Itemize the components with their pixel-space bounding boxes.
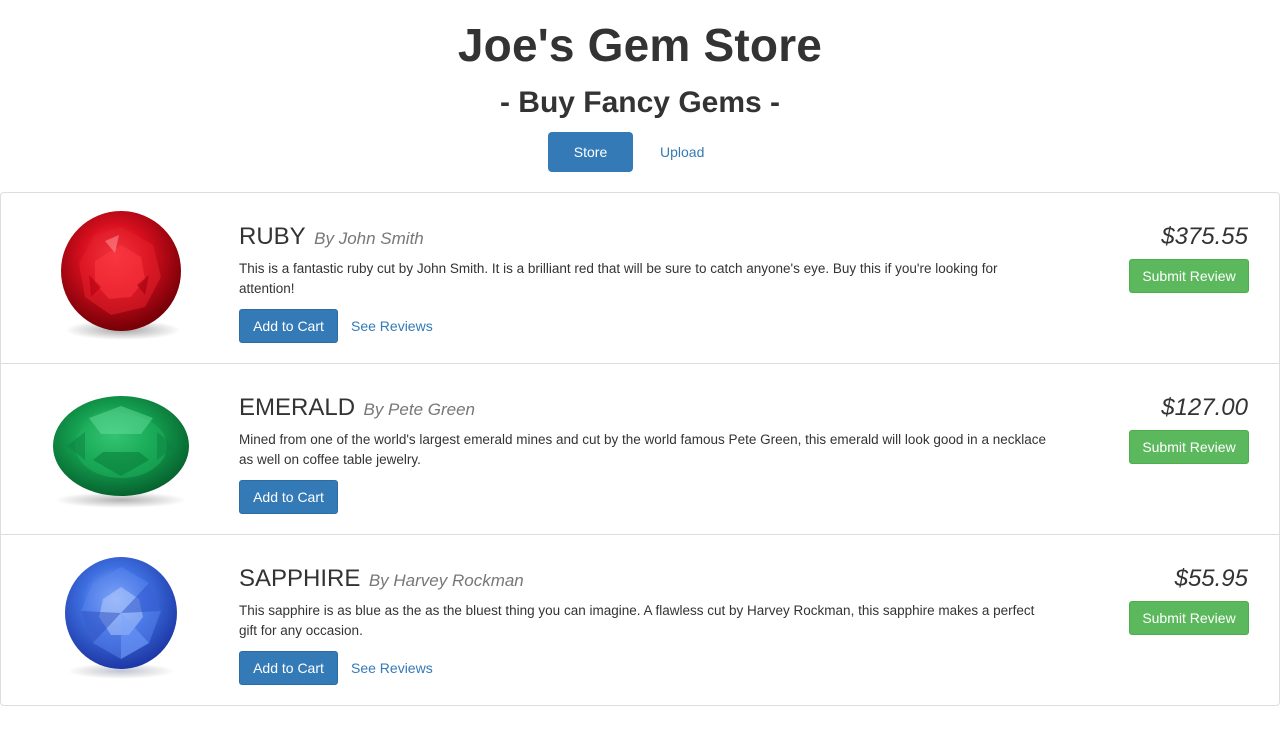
product-price: $127.00	[1161, 394, 1248, 421]
product-item-emerald: EMERALD By Pete Green Mined from one of …	[1, 364, 1279, 535]
store-subtitle: - Buy Fancy Gems -	[499, 86, 781, 119]
product-description: This is a fantastic ruby cut by John Smi…	[239, 261, 998, 296]
product-price: $55.95	[1174, 565, 1248, 592]
emerald-gem-image	[49, 376, 193, 516]
store-title: Joe's Gem Store	[457, 19, 823, 71]
submit-review-button[interactable]: Submit Review	[1129, 430, 1249, 464]
product-list: RUBY By John Smith This is a fantastic r…	[0, 192, 1280, 706]
nav-pills: Store Upload	[548, 132, 729, 172]
product-actions: Add to Cart See Reviews	[239, 651, 1049, 685]
see-reviews-link[interactable]: See Reviews	[351, 660, 433, 676]
product-author: By Harvey Rockman	[368, 571, 524, 590]
product-author: By John Smith	[314, 229, 424, 248]
sapphire-gem-image	[49, 547, 193, 687]
ruby-gem-image	[49, 205, 193, 345]
see-reviews-link[interactable]: See Reviews	[351, 318, 433, 334]
tab-store[interactable]: Store	[548, 132, 633, 172]
submit-review-button[interactable]: Submit Review	[1129, 259, 1249, 293]
product-price: $375.55	[1161, 223, 1248, 250]
add-to-cart-button[interactable]: Add to Cart	[239, 651, 338, 685]
product-name: RUBY	[239, 223, 306, 250]
submit-review-button[interactable]: Submit Review	[1129, 601, 1249, 635]
product-actions: Add to Cart See Reviews	[239, 309, 1049, 343]
product-info: EMERALD By Pete Green Mined from one of …	[239, 394, 1049, 514]
product-name: SAPPHIRE	[239, 565, 361, 592]
product-description: This sapphire is as blue as the as the b…	[239, 603, 1035, 638]
product-author: By Pete Green	[363, 400, 475, 419]
product-item-ruby: RUBY By John Smith This is a fantastic r…	[1, 193, 1279, 364]
product-name: EMERALD	[239, 394, 356, 421]
product-info: SAPPHIRE By Harvey Rockman This sapphire…	[239, 565, 1049, 685]
product-item-sapphire: SAPPHIRE By Harvey Rockman This sapphire…	[1, 535, 1279, 706]
tab-upload[interactable]: Upload	[635, 132, 729, 172]
add-to-cart-button[interactable]: Add to Cart	[239, 480, 338, 514]
product-description: Mined from one of the world's largest em…	[239, 432, 1046, 467]
product-info: RUBY By John Smith This is a fantastic r…	[239, 223, 1049, 343]
add-to-cart-button[interactable]: Add to Cart	[239, 309, 338, 343]
product-actions: Add to Cart	[239, 480, 1049, 514]
